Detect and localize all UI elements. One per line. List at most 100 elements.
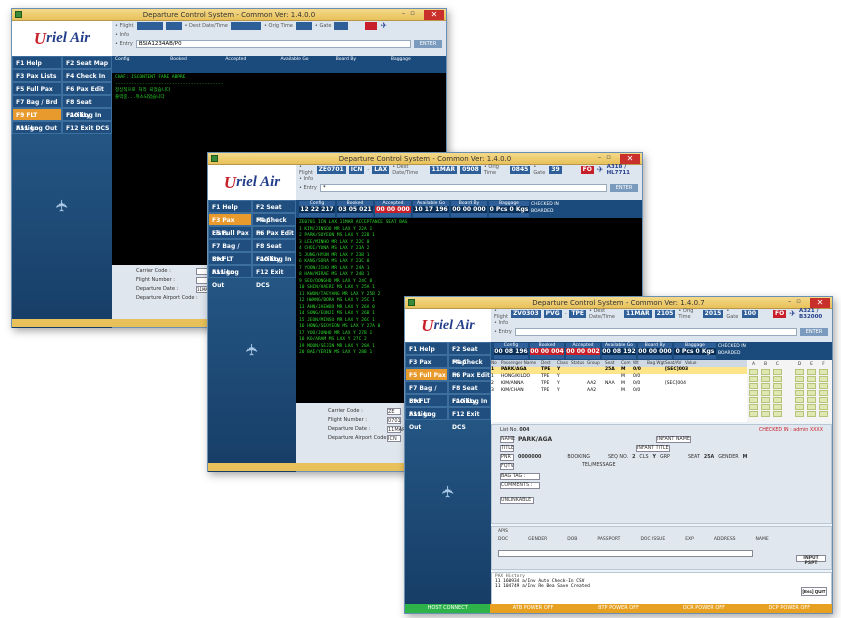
menu-log-out[interactable]: F11 Log Out [208, 265, 252, 289]
entry-input[interactable]: * [319, 183, 607, 192]
menu-pax-edit[interactable]: F6 Pax Edit [252, 226, 296, 239]
minimize-maximize-icons[interactable]: –▫ [788, 297, 806, 305]
seat-cell[interactable] [819, 404, 828, 410]
menu-bag-brd[interactable]: F7 Bag / Brd [208, 239, 252, 263]
gate-field[interactable]: 39 [549, 165, 562, 174]
seat-cell[interactable] [749, 411, 758, 417]
menu-bag-brd[interactable]: F7 Bag / Brd [12, 95, 62, 108]
seat-cell[interactable] [761, 411, 770, 417]
seat-cell[interactable] [819, 411, 828, 417]
menu-pax-lists[interactable]: F3 Pax Lists [405, 355, 448, 379]
seat-cell[interactable] [795, 383, 804, 389]
close-button[interactable]: ✕ [620, 154, 640, 164]
menu-flt-assign[interactable]: F9 FLT Assign [405, 394, 448, 418]
menu-seat-map[interactable]: F2 Seat Map [448, 342, 491, 366]
menu-check-in[interactable]: F4 Check In [62, 69, 112, 82]
seat-cell[interactable] [819, 397, 828, 403]
seat-cell[interactable] [749, 376, 758, 382]
seat-cell[interactable] [773, 376, 782, 382]
seat-cell[interactable] [795, 397, 804, 403]
pax-row[interactable]: 1 PARK/AGA TPE Y 25A M 0/0 [SEC]003 [491, 367, 747, 374]
orig-time-field[interactable] [295, 21, 312, 30]
flight-number-input[interactable]: 0701 [387, 417, 401, 424]
seat-cell[interactable] [761, 383, 770, 389]
apis-input[interactable] [498, 550, 753, 557]
enter-button[interactable]: ENTER [414, 39, 442, 48]
pax-row[interactable]: 1 HONG/KILDO TPE Y M 0/0 [491, 374, 747, 381]
menu-help[interactable]: F1 Help [208, 200, 252, 213]
seat-cell[interactable] [773, 369, 782, 375]
seat-cell[interactable] [749, 390, 758, 396]
seat-cell[interactable] [761, 404, 770, 410]
pnr-value[interactable]: 0000000 [518, 455, 541, 460]
menu-full-pax[interactable]: F5 Full Pax [208, 226, 252, 239]
seat-cell[interactable] [819, 390, 828, 396]
seat-cell[interactable] [773, 411, 782, 417]
comments-field[interactable]: COMMENTS : [500, 482, 540, 489]
menu-pax-edit[interactable]: F6 Pax Edit [62, 82, 112, 95]
dep-airport-input[interactable]: ICN [387, 435, 401, 442]
dest-field[interactable]: TPE [569, 309, 587, 318]
seat-cell[interactable] [819, 383, 828, 389]
gate-field[interactable] [334, 21, 349, 30]
pax-row[interactable]: 2 KIM/ANNA TPE Y AA2 NAA M 0/0 [SEC]004 [491, 381, 747, 388]
menu-pax-edit[interactable]: F6 Pax Edit [448, 368, 491, 381]
menu-exit-dcs[interactable]: F12 Exit DCS [252, 265, 296, 289]
seat-cell[interactable] [807, 411, 816, 417]
menu-pax-lists[interactable]: F3 Pax Lists [12, 69, 62, 82]
dep-date-input[interactable]: 11MAR [387, 426, 406, 433]
infant-title-field[interactable]: INFANT TITLE [636, 445, 670, 452]
seat-cell[interactable] [795, 376, 804, 382]
menu-seat-facility[interactable]: F8 Seat Facility [62, 95, 112, 119]
menu-log-in[interactable]: F10 Log In [448, 394, 491, 407]
enter-button[interactable]: ENTER [800, 327, 828, 336]
menu-help[interactable]: F1 Help [12, 56, 62, 69]
seat-cell[interactable] [761, 376, 770, 382]
menu-full-pax[interactable]: F5 Full Pax [12, 82, 62, 95]
dest-field[interactable]: LAX [372, 165, 390, 174]
gender-value[interactable]: M [743, 455, 748, 460]
flight-field[interactable]: ZV0303 [510, 309, 541, 318]
seat-value[interactable]: 25A [704, 455, 714, 460]
seat-cell[interactable] [819, 369, 828, 375]
seat-cell[interactable] [773, 404, 782, 410]
seat-cell[interactable] [807, 383, 816, 389]
seat-cell[interactable] [807, 390, 816, 396]
menu-exit-dcs[interactable]: F12 Exit DCS [448, 407, 491, 431]
close-button[interactable]: ✕ [424, 10, 444, 20]
bag-tag-field[interactable]: BAG TAG : [500, 473, 540, 480]
menu-seat-facility[interactable]: F8 Seat Facility [252, 239, 296, 263]
unlinkable-button[interactable]: UNLINKABLE [500, 497, 534, 504]
menu-flt-assign[interactable]: F9 FLT Assign [12, 108, 62, 132]
menu-log-out[interactable]: F11 Log Out [405, 407, 448, 431]
seat-cell[interactable] [807, 376, 816, 382]
seat-cell[interactable] [761, 390, 770, 396]
orig-time-field[interactable]: 2015 [702, 309, 724, 318]
infant-name-field[interactable]: INFANT NAME [656, 436, 691, 443]
seat-cell[interactable] [749, 404, 758, 410]
close-button[interactable]: ✕ [810, 298, 830, 308]
menu-seat-facility[interactable]: F8 Seat Facility [448, 381, 491, 405]
menu-exit-dcs[interactable]: F12 Exit DCS [62, 121, 112, 134]
dest-time-field[interactable]: 2105 [654, 309, 676, 318]
menu-check-in[interactable]: F4 Check In [448, 355, 491, 379]
dest-date-field[interactable]: 11MAR [624, 309, 652, 318]
seat-cell[interactable] [807, 404, 816, 410]
seat-cell[interactable] [773, 390, 782, 396]
orig-field[interactable]: ICN [348, 165, 365, 174]
menu-pax-lists[interactable]: F3 Pax Lists [208, 213, 252, 237]
entry-input[interactable] [514, 327, 797, 336]
menu-log-in[interactable]: F10 Log In [252, 252, 296, 265]
menu-full-pax[interactable]: F5 Full Pax [405, 368, 448, 381]
dest-date-field[interactable]: 11MAR [429, 165, 458, 174]
menu-help[interactable]: F1 Help [405, 342, 448, 355]
orig-time-field[interactable]: 0845 [509, 165, 531, 174]
carrier-input[interactable]: ZE [387, 408, 401, 415]
orig-field[interactable] [165, 21, 182, 30]
menu-log-out[interactable]: F11 Log Out [12, 121, 62, 134]
seat-cell[interactable] [749, 383, 758, 389]
menu-seat-map[interactable]: F2 Seat Map [252, 200, 296, 224]
seat-cell[interactable] [749, 397, 758, 403]
flight-field[interactable]: ZE0701 [316, 165, 346, 174]
seat-cell[interactable] [795, 369, 804, 375]
